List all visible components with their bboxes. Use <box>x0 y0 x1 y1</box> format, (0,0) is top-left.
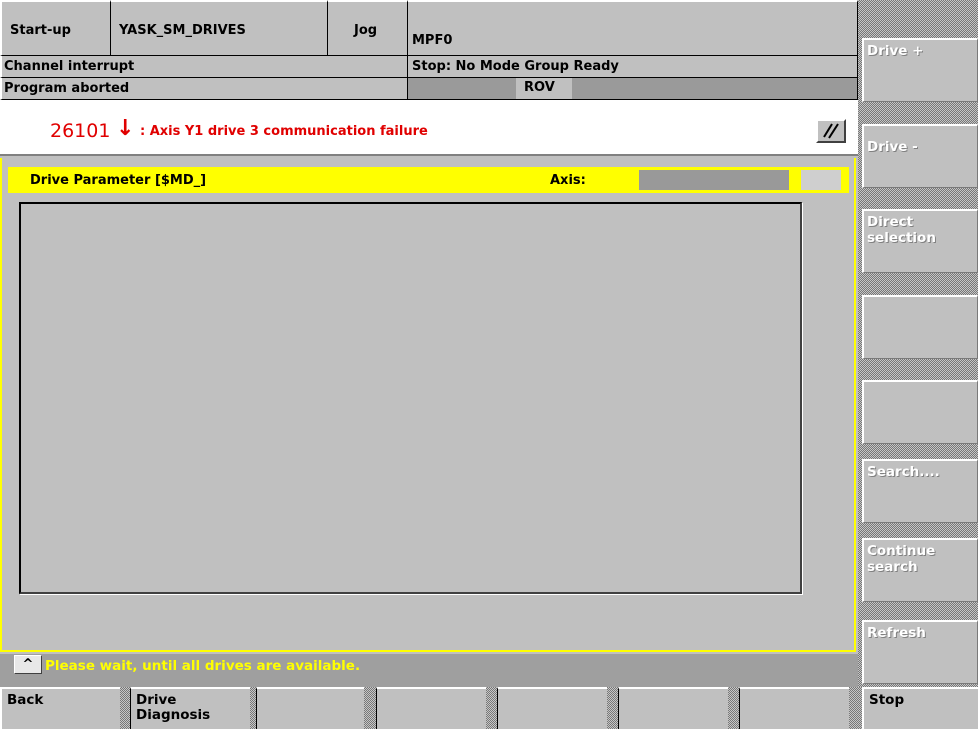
axis-value-field[interactable] <box>639 170 789 190</box>
panel-title-bar: Drive Parameter [$MD_] Axis: <box>8 167 849 193</box>
axis-label: Axis: <box>550 173 586 188</box>
softkey-continue-search[interactable]: Continue search <box>862 538 978 602</box>
parameter-list[interactable] <box>19 202 802 594</box>
softkey-vertical-4[interactable] <box>862 295 978 359</box>
acknowledge-icon[interactable] <box>816 119 846 143</box>
softkey-vertical-5[interactable] <box>862 380 978 444</box>
softkey-horizontal-4[interactable] <box>376 687 486 729</box>
alarm-text: : Axis Y1 drive 3 communication failure <box>140 124 428 139</box>
channel-status: Channel interrupt <box>0 56 408 78</box>
softkey-drive-minus[interactable]: Drive - <box>862 124 978 188</box>
operating-mode: Jog <box>328 0 408 56</box>
softkey-drive-plus[interactable]: Drive + <box>862 38 978 102</box>
message-text: Please wait, until all drives are availa… <box>45 658 361 674</box>
softkey-back[interactable]: Back <box>0 687 120 729</box>
alarm-number: 26101 <box>50 120 111 142</box>
rov-field: ROV <box>408 78 858 100</box>
machine-name: YASK_SM_DRIVES <box>111 0 328 56</box>
softkey-refresh[interactable]: Refresh <box>862 620 978 684</box>
softkey-horizontal-6[interactable] <box>618 687 728 729</box>
softkey-drive-diagnosis[interactable]: Drive Diagnosis <box>130 687 250 729</box>
softkey-search[interactable]: Search.... <box>862 459 978 523</box>
program-name: MPF0 <box>408 0 858 56</box>
softkey-horizontal-5[interactable] <box>497 687 607 729</box>
message-caret: ^ <box>14 655 42 674</box>
softkey-horizontal-3[interactable] <box>256 687 364 729</box>
rov-indicator: ROV <box>516 78 572 99</box>
softkey-stop[interactable]: Stop <box>862 687 978 729</box>
axis-extra-field <box>801 170 841 190</box>
panel-title: Drive Parameter [$MD_] <box>30 173 207 188</box>
stop-status: Stop: No Mode Group Ready <box>408 56 858 78</box>
alarm-line: 26101 ↓ : Axis Y1 drive 3 communication … <box>0 100 858 156</box>
softkey-horizontal-7[interactable] <box>739 687 849 729</box>
area-indicator: Start-up <box>0 0 111 56</box>
alarm-arrow-icon: ↓ <box>116 116 135 141</box>
softkey-direct-selection[interactable]: Direct selection <box>862 209 978 273</box>
program-status: Program aborted <box>0 78 408 100</box>
